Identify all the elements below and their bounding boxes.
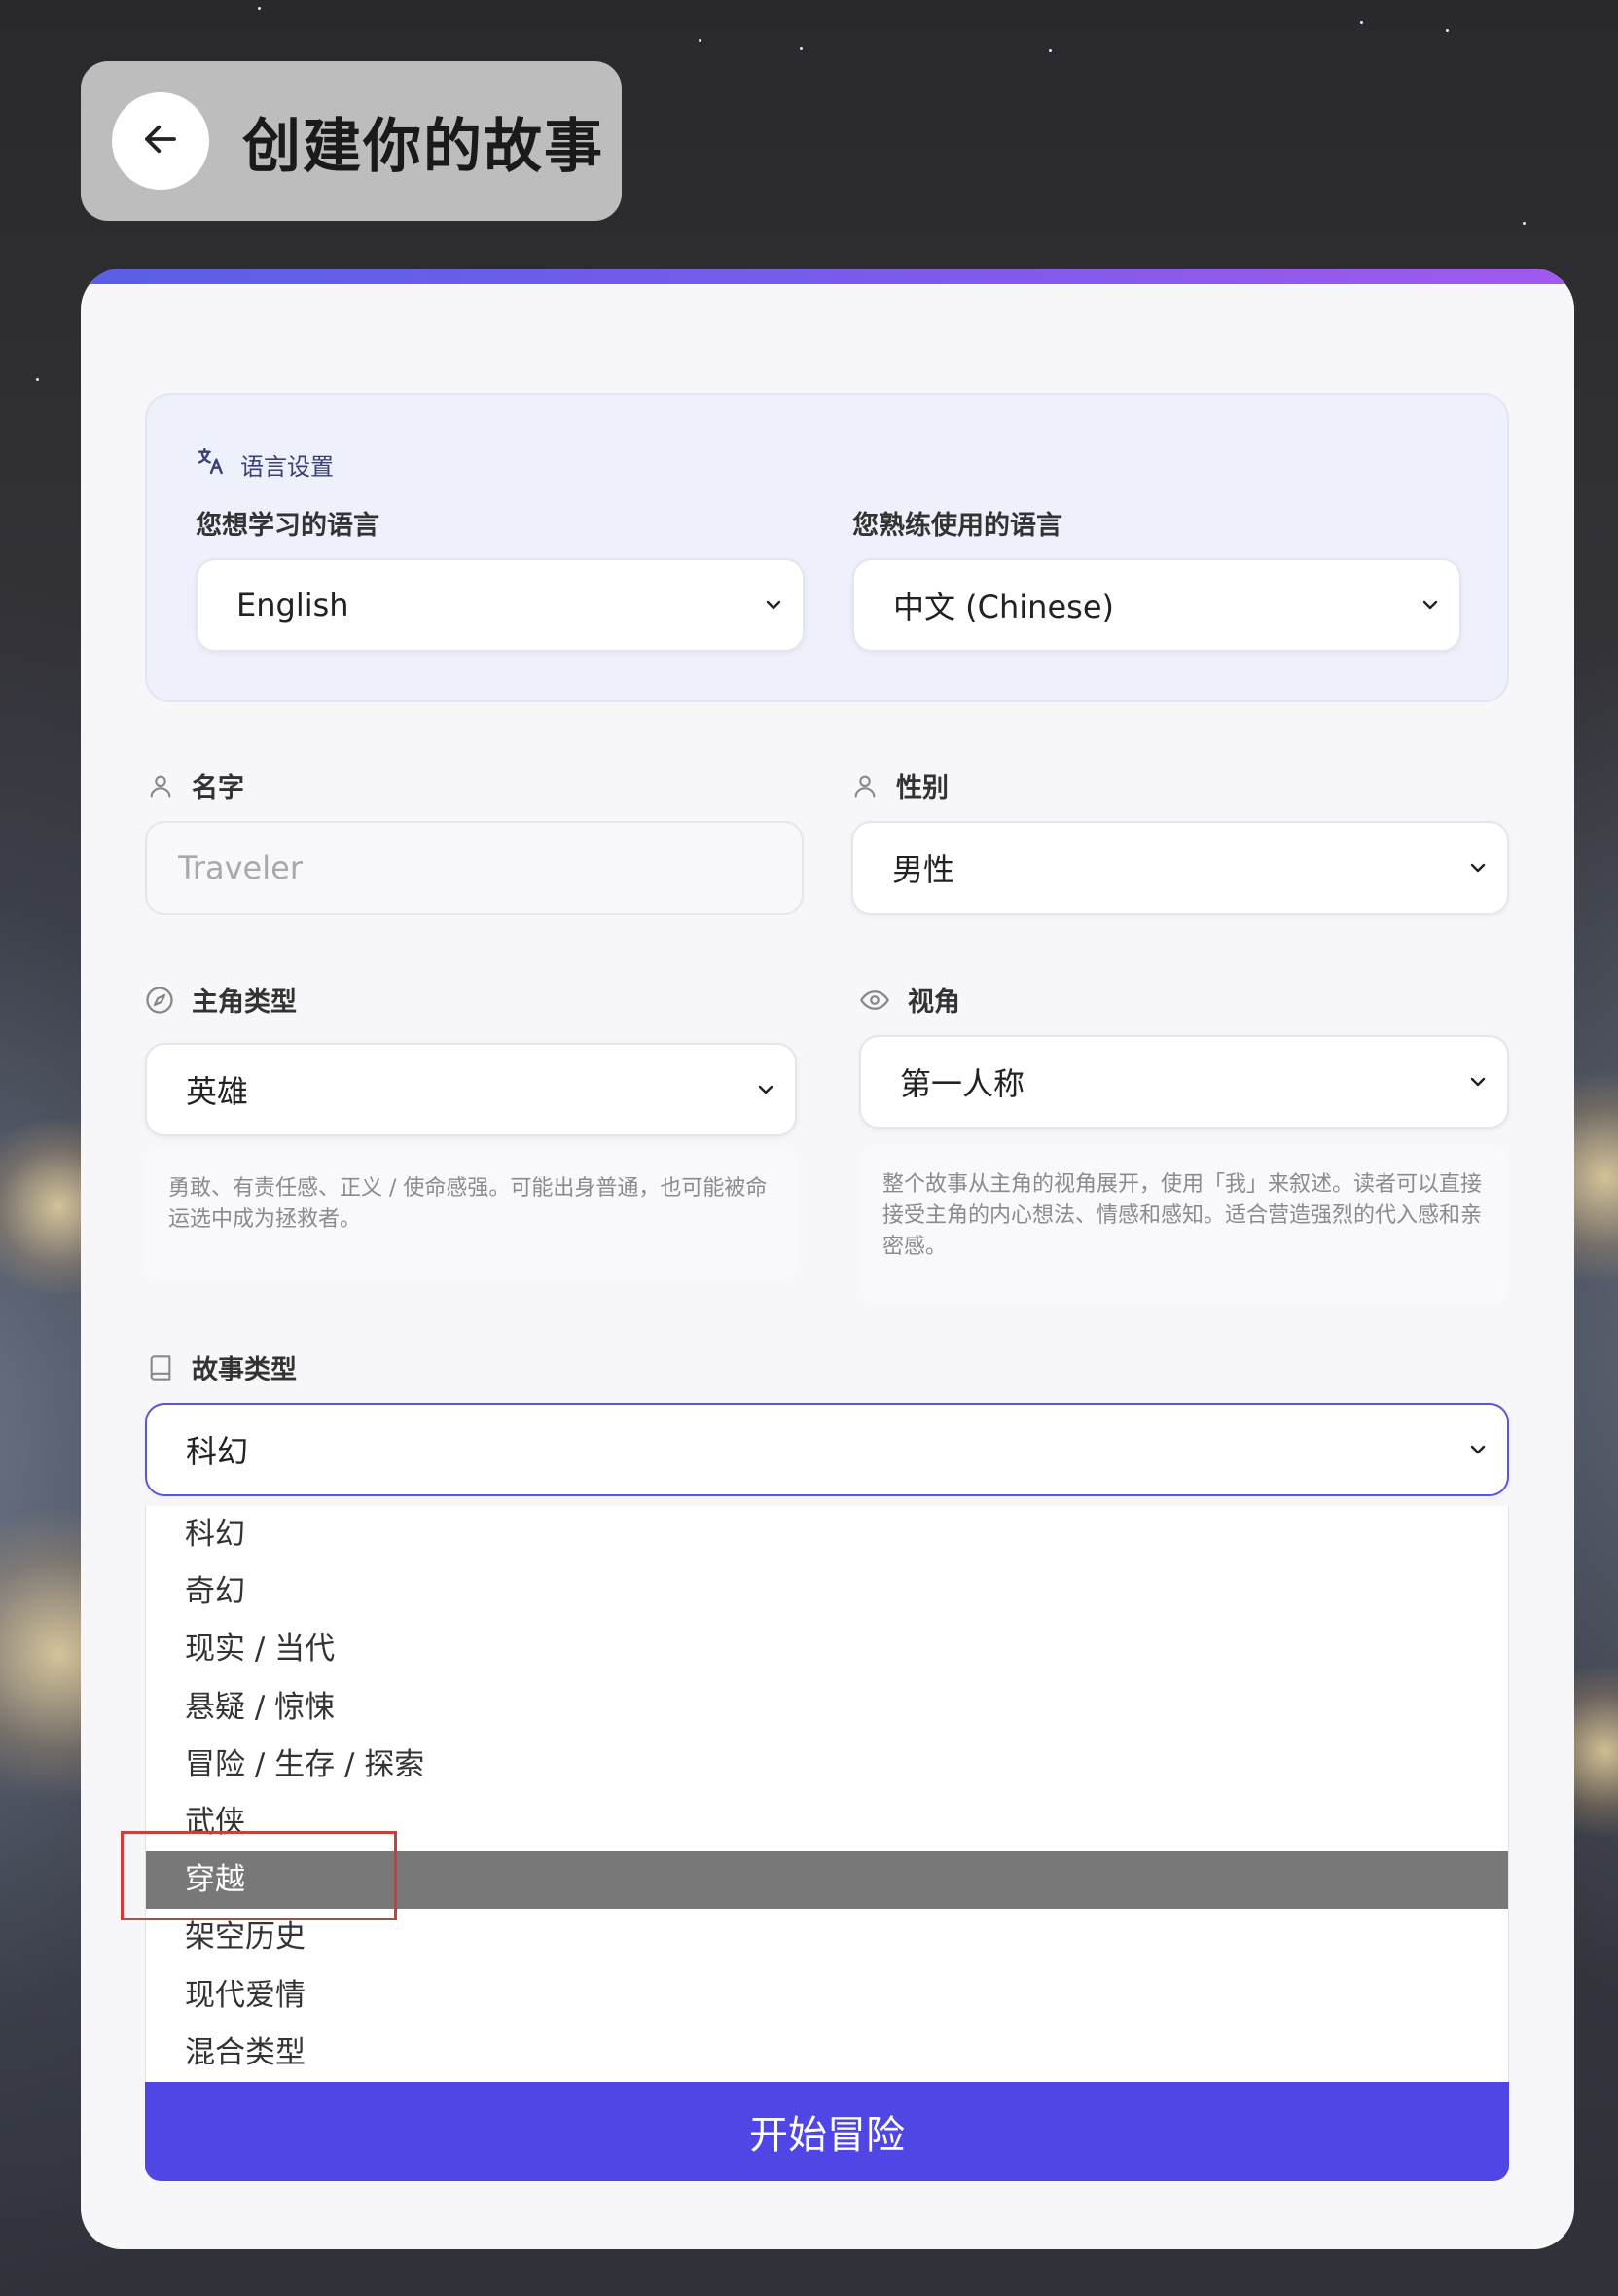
language-settings-title: 语言设置 — [240, 452, 334, 481]
chevron-down-icon — [1466, 1438, 1490, 1461]
star — [1049, 49, 1052, 52]
story-type-option[interactable]: 冒险 / 生存 / 探索 — [146, 1737, 1508, 1794]
story-type-option[interactable]: 悬疑 / 惊悚 — [146, 1679, 1508, 1737]
star — [1523, 222, 1526, 225]
learn-language-label: 您想学习的语言 — [196, 511, 379, 541]
name-label: 名字 — [147, 767, 244, 805]
star — [258, 7, 261, 10]
gender-value: 男性 — [892, 851, 955, 888]
story-type-label-text: 故事类型 — [192, 1355, 297, 1385]
back-button[interactable] — [112, 92, 209, 190]
story-type-dropdown: 科幻 奇幻 现实 / 当代 悬疑 / 惊悚 冒险 / 生存 / 探索 武侠 穿越… — [145, 1506, 1509, 2082]
protagonist-select[interactable]: 英雄 — [145, 1043, 797, 1136]
arrow-left-icon — [140, 119, 181, 163]
protagonist-value: 英雄 — [186, 1073, 249, 1110]
chevron-down-icon — [1466, 856, 1490, 879]
language-settings-header: 语言设置 — [196, 446, 334, 483]
user-icon — [851, 772, 879, 800]
perspective-label: 视角 — [859, 981, 960, 1019]
story-type-select[interactable]: 科幻 — [145, 1403, 1509, 1496]
chevron-down-icon — [1466, 1070, 1490, 1094]
perspective-label-text: 视角 — [908, 987, 960, 1018]
story-type-option[interactable]: 现实 / 当代 — [146, 1621, 1508, 1678]
story-form-card: 语言设置 您想学习的语言 您熟练使用的语言 English 中文 (Chines… — [81, 269, 1574, 2249]
gender-label-text: 性别 — [896, 773, 949, 804]
perspective-description: 整个故事从主角的视角展开，使用「我」来叙述。读者可以直接接受主角的内心想法、情感… — [859, 1144, 1509, 1304]
start-adventure-button[interactable]: 开始冒险 — [145, 2082, 1509, 2181]
chevron-down-icon — [762, 593, 785, 617]
page-title: 创建你的故事 — [242, 112, 604, 181]
story-type-label: 故事类型 — [147, 1348, 297, 1386]
star — [1360, 21, 1363, 24]
chevron-down-icon — [1419, 593, 1442, 617]
star — [800, 47, 803, 50]
story-type-value: 科幻 — [186, 1433, 249, 1470]
story-type-option[interactable]: 混合类型 — [146, 2025, 1508, 2082]
user-icon — [147, 772, 174, 800]
eye-icon — [859, 986, 890, 1015]
page-header: 创建你的故事 — [81, 61, 622, 221]
learn-language-value: English — [236, 587, 349, 624]
card-accent-bar — [81, 269, 1574, 284]
chevron-down-icon — [754, 1078, 777, 1101]
book-icon — [147, 1353, 174, 1382]
native-language-select[interactable]: 中文 (Chinese) — [852, 558, 1461, 652]
story-type-option[interactable]: 奇幻 — [146, 1563, 1508, 1621]
protagonist-label: 主角类型 — [145, 981, 297, 1019]
gender-label: 性别 — [851, 767, 949, 805]
gender-select[interactable]: 男性 — [851, 821, 1509, 915]
native-language-label: 您熟练使用的语言 — [852, 511, 1062, 541]
star — [1446, 29, 1449, 32]
language-settings-panel: 语言设置 您想学习的语言 您熟练使用的语言 English 中文 (Chines… — [145, 393, 1509, 702]
compass-icon — [145, 986, 174, 1015]
star — [36, 378, 39, 381]
learn-language-select[interactable]: English — [196, 558, 805, 652]
star — [699, 39, 701, 42]
perspective-value: 第一人称 — [900, 1065, 1025, 1102]
annotation-box — [121, 1831, 397, 1920]
translate-icon — [196, 446, 227, 483]
name-input[interactable] — [145, 821, 804, 915]
protagonist-description: 勇敢、有责任感、正义 / 使命感强。可能出身普通，也可能被命运选中成为拯救者。 — [145, 1148, 797, 1280]
protagonist-label-text: 主角类型 — [192, 987, 297, 1018]
native-language-value: 中文 (Chinese) — [893, 589, 1114, 626]
story-type-option[interactable]: 现代爱情 — [146, 1967, 1508, 2025]
name-label-text: 名字 — [192, 773, 244, 804]
story-type-option[interactable]: 科幻 — [146, 1506, 1508, 1563]
perspective-select[interactable]: 第一人称 — [859, 1035, 1509, 1129]
